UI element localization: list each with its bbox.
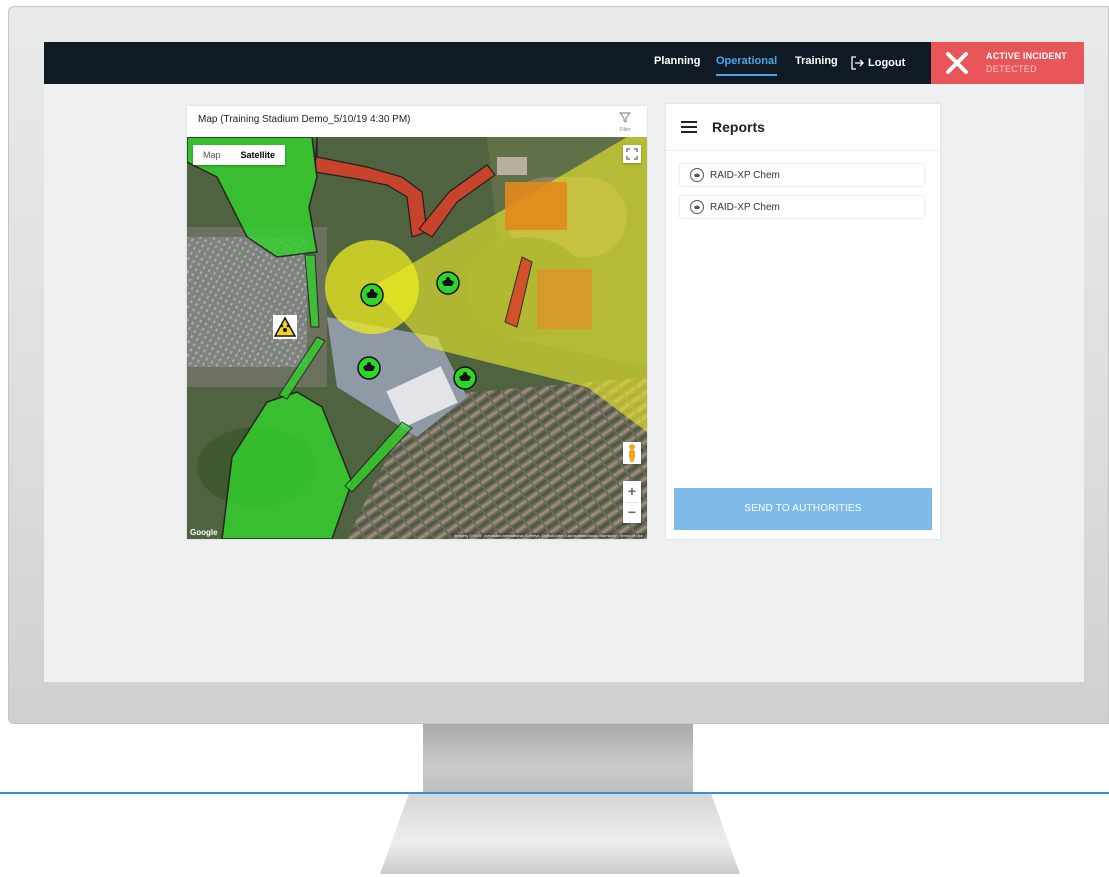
satellite-map[interactable]: Map Satellite + − Google Imagery ©2019 ,… xyxy=(187,137,647,539)
zoom-out-button[interactable]: − xyxy=(623,502,641,523)
report-label: RAID-XP Chem xyxy=(710,169,780,181)
monitor-stand-base xyxy=(380,794,740,874)
fullscreen-icon xyxy=(626,148,638,160)
top-navigation-bar: Planning Operational Training Logout ACT… xyxy=(44,42,1084,84)
report-label: RAID-XP Chem xyxy=(710,201,780,213)
street-view-button[interactable] xyxy=(623,442,641,464)
hazard-warning-icon xyxy=(273,316,297,337)
nav-planning[interactable]: Planning xyxy=(654,42,700,84)
app-screen: Planning Operational Training Logout ACT… xyxy=(44,42,1084,682)
filter-label: Filter xyxy=(619,127,631,133)
sensor-marker[interactable] xyxy=(436,271,460,300)
accent-line xyxy=(0,792,1109,794)
map-attribution[interactable]: Imagery ©2019 , Aerodata International S… xyxy=(451,533,645,538)
reports-panel: Reports RAID-XP Chem RAID-XP Chem SEND T… xyxy=(666,104,940,539)
report-item[interactable]: RAID-XP Chem xyxy=(680,164,924,186)
gas-mask-sensor-icon xyxy=(436,271,460,295)
map-panel: Map (Training Stadium Demo_5/10/19 4:30 … xyxy=(187,106,647,539)
zoom-separator xyxy=(626,502,638,503)
nav-training[interactable]: Training xyxy=(795,42,838,84)
nav-operational[interactable]: Operational xyxy=(716,48,778,76)
maptype-map-button[interactable]: Map xyxy=(193,145,231,165)
google-logo: Google xyxy=(190,528,218,537)
gas-mask-icon xyxy=(690,168,704,182)
close-icon xyxy=(946,52,968,74)
gas-mask-sensor-icon xyxy=(357,356,381,380)
logout-button[interactable]: Logout xyxy=(850,42,905,84)
hazard-marker[interactable] xyxy=(273,315,297,339)
reports-header: Reports xyxy=(666,104,940,151)
fullscreen-button[interactable] xyxy=(623,145,641,163)
gas-mask-sensor-icon xyxy=(360,283,384,307)
gas-mask-icon xyxy=(690,200,704,214)
sensor-marker[interactable] xyxy=(453,366,477,395)
send-to-authorities-button[interactable]: SEND TO AUTHORITIES xyxy=(674,488,932,530)
filter-button[interactable]: Filter xyxy=(615,110,635,133)
sensor-marker[interactable] xyxy=(360,283,384,312)
report-item[interactable]: RAID-XP Chem xyxy=(680,196,924,218)
filter-icon xyxy=(619,112,631,123)
gas-mask-sensor-icon xyxy=(453,366,477,390)
active-incident-alert[interactable]: ACTIVE INCIDENT DETECTED xyxy=(931,42,1084,84)
hamburger-menu-icon[interactable] xyxy=(681,121,697,133)
alert-subtitle: DETECTED xyxy=(986,64,1037,74)
map-type-toggle: Map Satellite xyxy=(193,145,286,165)
maptype-satellite-button[interactable]: Satellite xyxy=(231,145,286,165)
zoom-control: + − xyxy=(623,481,641,523)
logout-icon xyxy=(851,56,864,70)
sensor-marker[interactable] xyxy=(357,356,381,385)
reports-title: Reports xyxy=(712,119,765,135)
monitor-stand-neck xyxy=(423,724,693,794)
zoom-in-button[interactable]: + xyxy=(623,481,641,502)
map-imagery xyxy=(187,137,647,539)
alert-title: ACTIVE INCIDENT xyxy=(986,51,1068,61)
pegman-icon xyxy=(629,444,635,462)
logout-label: Logout xyxy=(868,57,906,69)
map-title: Map (Training Stadium Demo_5/10/19 4:30 … xyxy=(198,114,411,125)
